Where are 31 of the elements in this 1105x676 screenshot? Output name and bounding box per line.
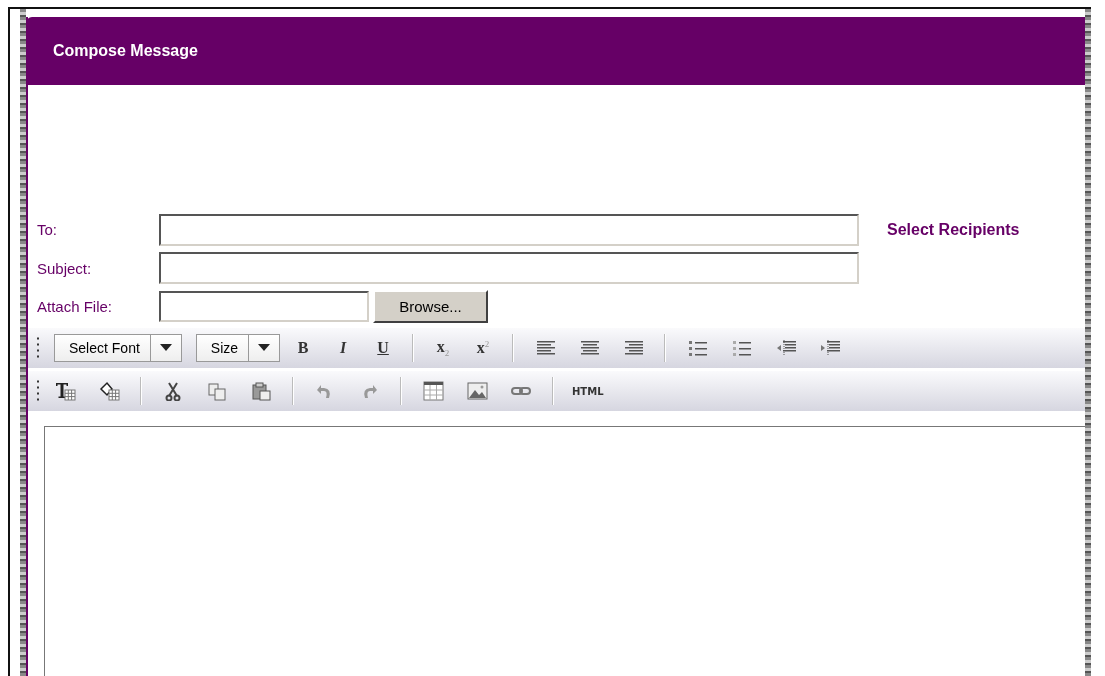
table-icon	[422, 381, 444, 401]
toolbar-grip-icon[interactable]	[36, 380, 40, 402]
format-button[interactable]: B	[286, 333, 321, 363]
text-table-icon	[54, 381, 76, 401]
to-field[interactable]	[159, 213, 859, 246]
copy-icon	[206, 381, 228, 401]
align-left-icon	[534, 338, 556, 358]
indent-icon	[818, 338, 840, 358]
image-icon	[466, 381, 488, 401]
align-center-icon	[578, 338, 600, 358]
select-recipients-link[interactable]: Select Recipients	[887, 220, 1020, 239]
subject-field[interactable]	[159, 252, 859, 284]
numbered-list-icon	[730, 338, 752, 358]
format-button[interactable]: HTML	[566, 376, 610, 406]
format-button[interactable]: x$_{2}$	[426, 333, 461, 363]
fill-table-icon	[98, 381, 120, 401]
bullet-list-icon	[686, 338, 708, 358]
format-button[interactable]: I	[326, 333, 361, 363]
field-label: To:	[36, 221, 58, 238]
file-field[interactable]	[159, 290, 369, 322]
format-button[interactable]: U	[366, 333, 401, 363]
format-button[interactable]: x$^{2}$	[466, 333, 501, 363]
font-dropdown[interactable]: Select Font	[54, 334, 182, 362]
toolbar-grip-icon[interactable]	[36, 337, 40, 359]
field-label: Attach File:	[36, 297, 114, 315]
browse-button[interactable]: Browse...	[373, 289, 488, 323]
panel-title: Compose Message	[53, 42, 198, 60]
field-label: Subject:	[36, 259, 93, 277]
align-right-icon	[622, 338, 644, 358]
paste-icon	[250, 381, 272, 401]
font-dropdown[interactable]: Size	[195, 334, 281, 362]
